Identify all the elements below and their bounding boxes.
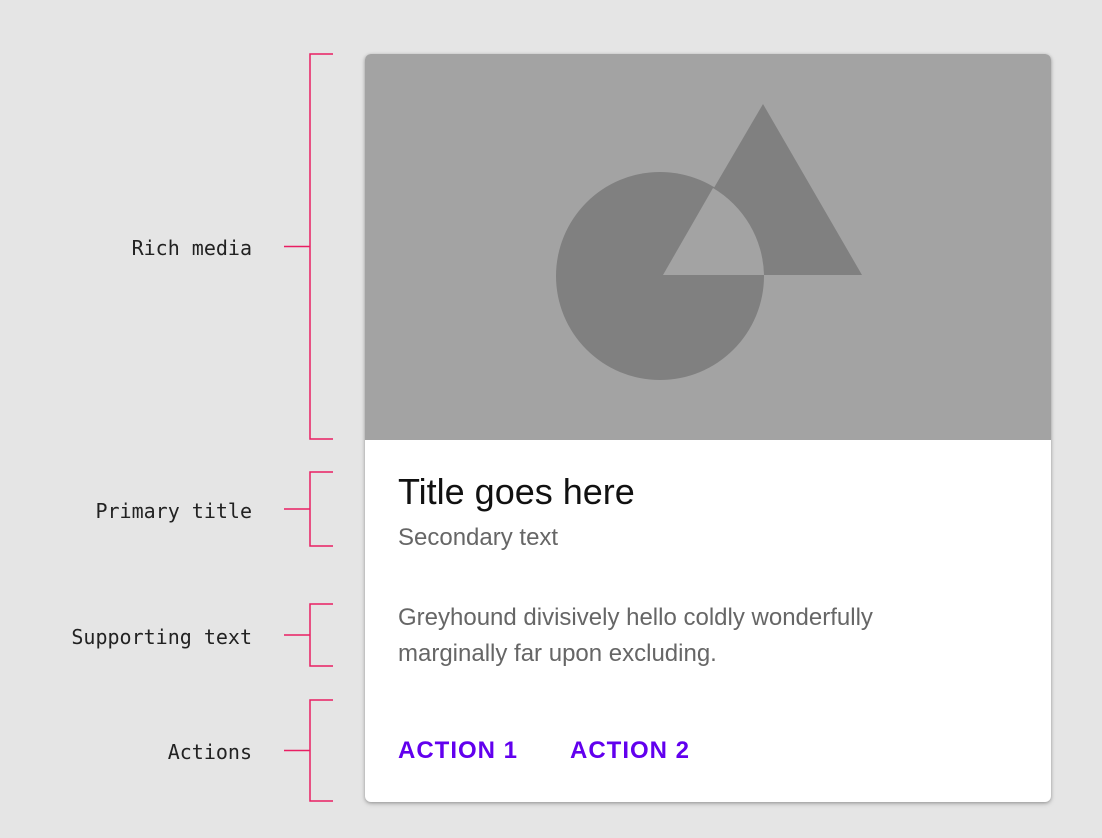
annotation-label-supporting-text: Supporting text — [71, 625, 252, 649]
bracket-actions — [284, 699, 333, 802]
bracket-primary-title — [284, 471, 333, 547]
bracket-supporting-text — [284, 603, 333, 667]
placeholder-shapes-icon — [556, 104, 862, 380]
bracket-rich-media — [284, 53, 333, 440]
action-1-button[interactable]: ACTION 1 — [398, 734, 518, 768]
card-supporting-text: Greyhound divisively hello coldly wonder… — [398, 600, 1018, 672]
rich-media-image — [365, 54, 1051, 440]
annotation-label-primary-title: Primary title — [95, 499, 252, 523]
card-title: Title goes here — [398, 471, 635, 512]
card-actions: ACTION 1 ACTION 2 — [398, 734, 742, 768]
supporting-text-line-1: Greyhound divisively hello coldly wonder… — [398, 604, 873, 631]
card: Title goes here Secondary text Greyhound… — [365, 54, 1051, 802]
card-secondary-text: Secondary text — [398, 524, 559, 551]
annotation-label-actions: Actions — [167, 740, 252, 764]
supporting-text-line-2: marginally far upon excluding. — [398, 640, 717, 667]
action-2-button[interactable]: ACTION 2 — [570, 734, 690, 768]
annotation-label-rich-media: Rich media — [131, 236, 252, 260]
